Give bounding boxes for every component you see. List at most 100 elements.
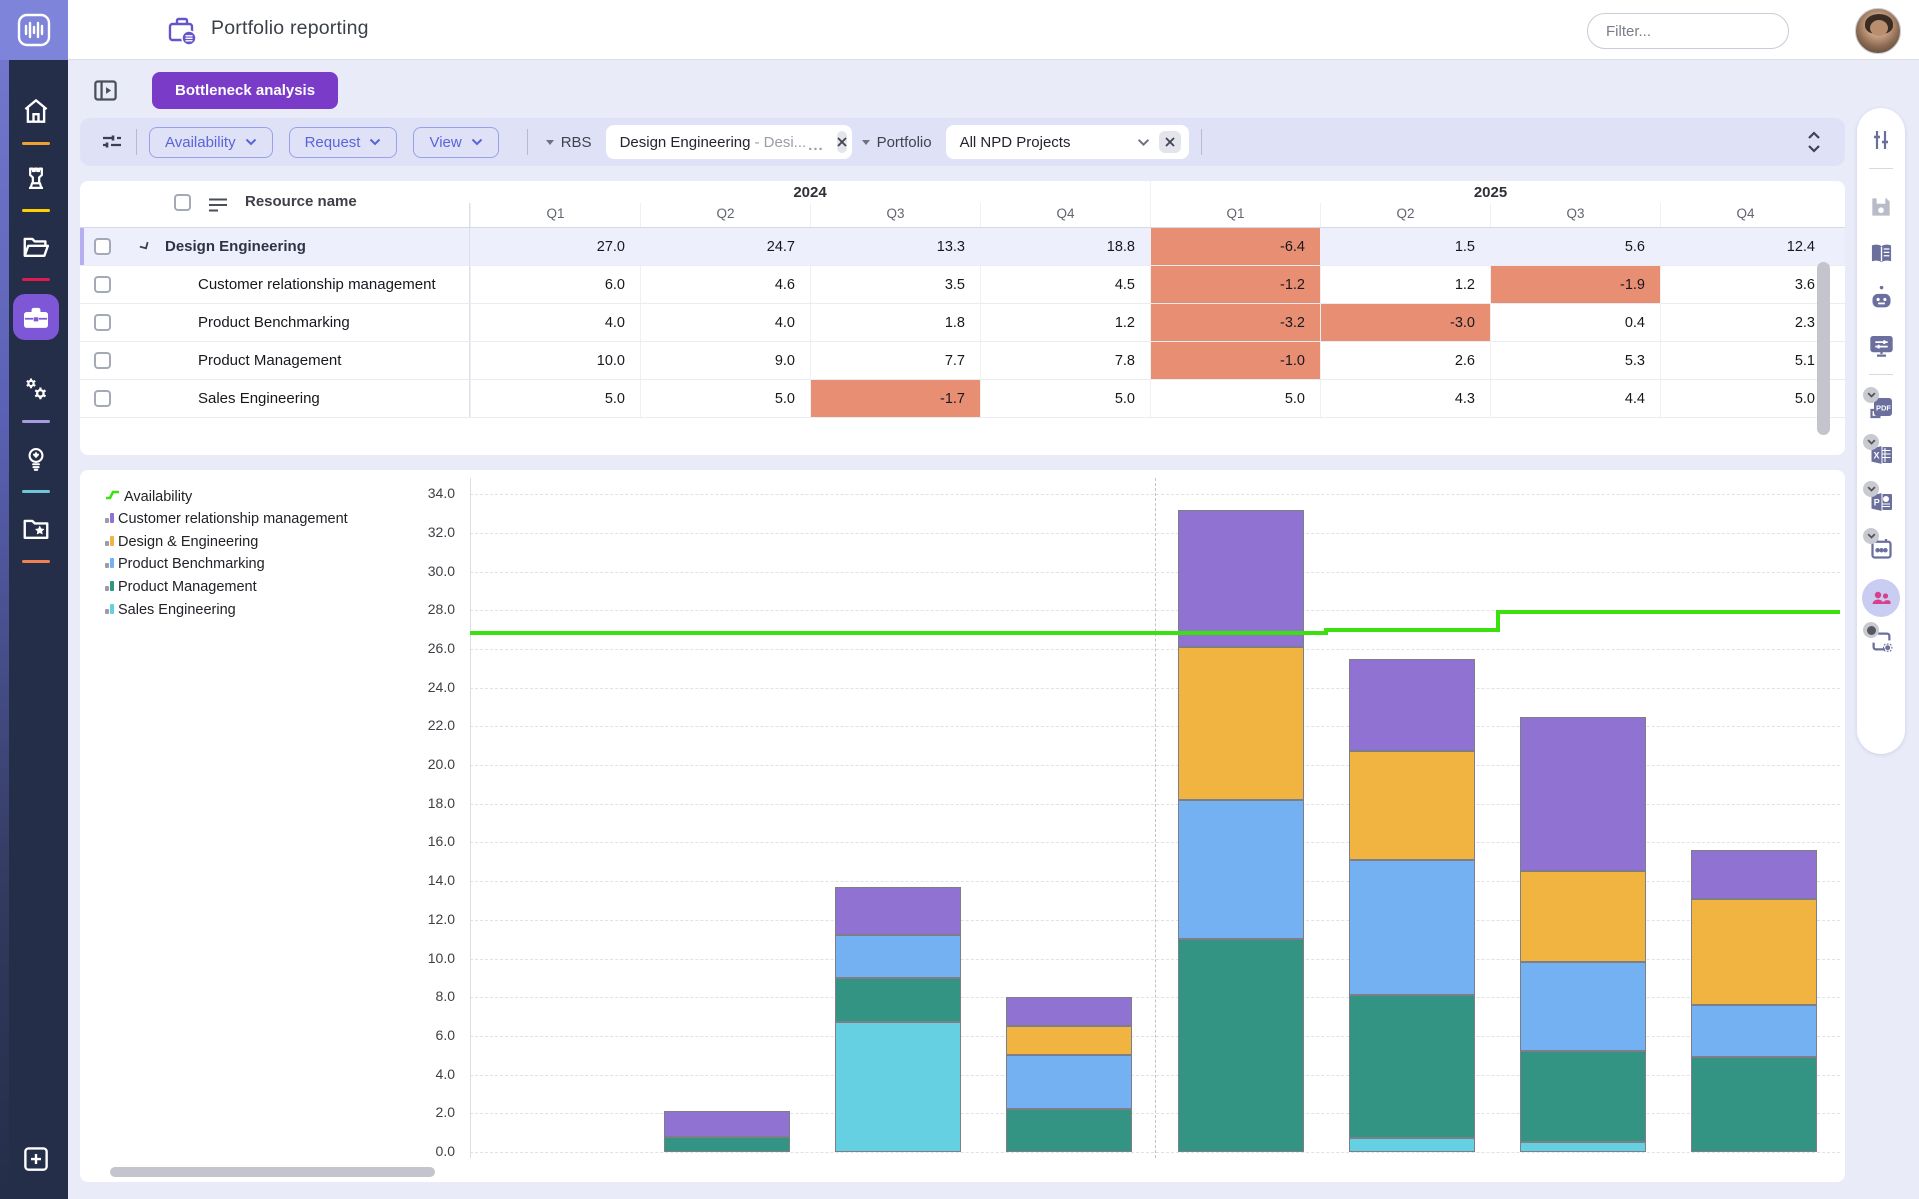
row-checkbox[interactable] — [94, 352, 111, 369]
bar-segment[interactable] — [664, 1111, 790, 1136]
table-row[interactable]: Customer relationship management 6.04.63… — [80, 266, 1845, 304]
bar-segment[interactable] — [1691, 850, 1817, 898]
bar-segment[interactable] — [1178, 800, 1304, 939]
export-pdf-button[interactable]: PDF — [1857, 394, 1905, 422]
value-cell: 5.0 — [1660, 380, 1830, 417]
export-schedule-button[interactable] — [1857, 535, 1905, 562]
bar-segment[interactable] — [1520, 717, 1646, 872]
bar-segment[interactable] — [1349, 751, 1475, 859]
bar-segment[interactable] — [1520, 871, 1646, 962]
row-checkbox[interactable] — [94, 314, 111, 331]
bar-segment[interactable] — [1006, 1055, 1132, 1109]
bar-segment[interactable] — [1006, 1109, 1132, 1152]
sidebar-item-settings[interactable] — [13, 366, 59, 412]
table-row[interactable]: Sales Engineering 5.05.0-1.75.05.04.34.4… — [80, 380, 1845, 418]
top-header: Portfolio reporting — [68, 0, 1919, 60]
hierarchy-icon[interactable] — [208, 197, 228, 213]
row-checkbox[interactable] — [94, 276, 111, 293]
expand-panel-icon[interactable] — [92, 77, 119, 104]
assistant-button[interactable] — [1857, 286, 1905, 313]
sidebar — [0, 0, 68, 1199]
bar-segment[interactable] — [664, 1137, 790, 1152]
table-row[interactable]: Product Benchmarking 4.04.01.81.2-3.2-3.… — [80, 304, 1845, 342]
view-dropdown[interactable]: View — [413, 127, 498, 158]
ppt-options-badge[interactable] — [1863, 481, 1879, 497]
bar-segment[interactable] — [1349, 995, 1475, 1138]
save-button[interactable] — [1857, 194, 1905, 220]
sidebar-item-ideas[interactable] — [13, 436, 59, 482]
rbs-filter-label[interactable]: RBS — [546, 134, 592, 151]
bar-segment[interactable] — [1178, 939, 1304, 1152]
select-all-checkbox[interactable] — [174, 194, 191, 211]
value-cell: 9.0 — [640, 342, 810, 379]
bar-segment[interactable] — [835, 1022, 961, 1152]
quarter-header[interactable]: Q3 — [1490, 203, 1660, 227]
sidebar-item-home[interactable] — [13, 88, 59, 134]
close-icon — [837, 137, 847, 147]
bar-segment[interactable] — [835, 887, 961, 935]
portfolio-clear-button[interactable] — [1159, 131, 1181, 153]
export-excel-button[interactable]: X — [1857, 441, 1905, 469]
row-checkbox[interactable] — [94, 390, 111, 407]
filter-input[interactable] — [1587, 13, 1789, 49]
bar-segment[interactable] — [1520, 962, 1646, 1051]
quarter-header[interactable]: Q1 — [470, 203, 640, 227]
bar-segment[interactable] — [1178, 510, 1304, 647]
bar-segment[interactable] — [1691, 1005, 1817, 1057]
bar-segment[interactable] — [1006, 997, 1132, 1026]
bar-segment[interactable] — [1520, 1142, 1646, 1152]
view-options-button[interactable] — [1857, 128, 1905, 152]
sidebar-item-add[interactable] — [13, 1136, 59, 1182]
collapse-arrow-icon[interactable] — [138, 240, 153, 254]
excel-options-badge[interactable] — [1863, 434, 1879, 450]
quarter-header[interactable]: Q3 — [810, 203, 980, 227]
schedule-options-badge[interactable] — [1863, 528, 1879, 544]
resource-name-header[interactable]: Resource name — [245, 193, 357, 210]
sidebar-item-portfolio[interactable] — [13, 294, 59, 340]
bar-segment[interactable] — [1349, 860, 1475, 995]
table-vertical-scrollbar[interactable] — [1817, 262, 1830, 435]
bar-segment[interactable] — [1691, 1057, 1817, 1152]
bar-segment[interactable] — [1178, 647, 1304, 800]
sidebar-item-projects[interactable] — [13, 224, 59, 270]
row-checkbox[interactable] — [94, 238, 111, 255]
toolbar-expander-icon[interactable] — [1805, 129, 1823, 155]
bar-segment[interactable] — [1349, 1138, 1475, 1152]
bar-segment[interactable] — [835, 935, 961, 978]
availability-dropdown[interactable]: Availability — [149, 127, 273, 158]
glossary-button[interactable] — [1857, 240, 1905, 267]
sidebar-item-strategy[interactable] — [13, 155, 59, 201]
quarter-header[interactable]: Q2 — [1320, 203, 1490, 227]
rbs-overflow-dots[interactable]: ... — [808, 137, 824, 154]
rail-divider — [1869, 374, 1893, 375]
integration-settings-button[interactable] — [1857, 628, 1905, 655]
bar-segment[interactable] — [1006, 1026, 1132, 1055]
quarter-header[interactable]: Q1 — [1150, 203, 1320, 227]
app-logo[interactable] — [0, 0, 68, 60]
rbs-clear-button[interactable] — [837, 131, 847, 153]
sidebar-item-favorites[interactable] — [13, 506, 59, 552]
bar-segment[interactable] — [1691, 899, 1817, 1005]
table-row[interactable]: Product Management 10.09.07.77.8-1.02.65… — [80, 342, 1845, 380]
filter-settings-icon[interactable] — [100, 130, 124, 154]
bar-segment[interactable] — [1349, 659, 1475, 752]
portfolio-reporting-app: Portfolio reporting — [0, 0, 1919, 1199]
chart-plot-area: 0.02.04.06.08.010.012.014.016.018.020.02… — [80, 470, 1845, 1182]
bar-segment[interactable] — [835, 978, 961, 1023]
chart-horizontal-scrollbar[interactable] — [110, 1167, 435, 1177]
quarter-header[interactable]: Q2 — [640, 203, 810, 227]
bar-segment[interactable] — [1520, 1051, 1646, 1142]
table-row[interactable]: Design Engineering 27.024.713.318.8-6.41… — [80, 228, 1845, 266]
user-avatar[interactable] — [1855, 8, 1901, 54]
quarter-header[interactable]: Q4 — [980, 203, 1150, 227]
presentation-settings-button[interactable] — [1857, 332, 1905, 359]
rbs-filter-chip[interactable]: Design Engineering - Desi... ... — [606, 125, 852, 159]
bottleneck-analysis-button[interactable]: Bottleneck analysis — [152, 72, 338, 109]
export-ppt-button[interactable]: P — [1857, 488, 1905, 516]
svg-text:X: X — [1874, 451, 1880, 461]
pdf-options-badge[interactable] — [1863, 387, 1879, 403]
portfolio-filter-label[interactable]: Portfolio — [862, 134, 932, 151]
portfolio-filter-chip[interactable]: All NPD Projects — [946, 125, 1189, 159]
quarter-header[interactable]: Q4 — [1660, 203, 1830, 227]
request-dropdown[interactable]: Request — [289, 127, 398, 158]
